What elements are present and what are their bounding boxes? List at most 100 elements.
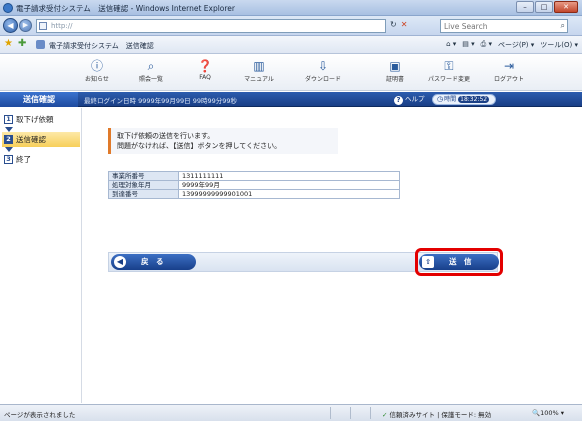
toolbar-label: ダウンロード <box>304 76 341 83</box>
status-bar: ページが表示されました ✓ 信頼済みサイト | 保護モード: 無効 🔍100% … <box>0 404 582 421</box>
step-label: 終了 <box>16 155 31 164</box>
arrow-left-icon: ◀ <box>114 256 126 268</box>
favorites-star-icon[interactable]: ★ <box>4 38 13 49</box>
browser-tab[interactable]: 電子請求受付システム 送信確認 <box>49 41 154 51</box>
back-button-label: 戻 る <box>141 257 164 266</box>
clock-icon: ◷ <box>437 95 444 103</box>
toolbar-icon-0: ⓘ <box>90 59 103 73</box>
send-icon: ⇧ <box>422 256 434 268</box>
status-separator <box>330 407 331 419</box>
toolbar-item-6[interactable]: ⚿ パスワード変更 <box>424 58 474 88</box>
instruction-message: 取下げ依頼の送信を行います。 問題がなければ、【送信】ボタンを押してください。 <box>108 128 338 154</box>
detail-header: 事業所番号 <box>108 171 179 181</box>
toolbar-icon-6: ⚿ <box>444 59 454 73</box>
check-icon: ✓ <box>382 411 388 419</box>
window-title-bar: 電子請求受付システム 送信確認 - Windows Internet Explo… <box>0 0 582 16</box>
detail-value: 1311111111 <box>178 171 400 181</box>
help-icon: ? <box>394 96 403 105</box>
toolbar-label: パスワード変更 <box>427 76 470 83</box>
back-nav-button[interactable]: ◀ <box>3 18 18 33</box>
table-row: 処理対象年月 9999年99月 <box>108 180 400 190</box>
step-label: 取下げ依頼 <box>16 115 54 124</box>
step-item: 3 終了 <box>2 152 80 167</box>
step-item: 2 送信確認 <box>2 132 80 147</box>
detail-header: 到達番号 <box>108 189 179 199</box>
detail-value: 13999999999901001 <box>178 189 400 199</box>
search-input[interactable] <box>441 20 551 32</box>
toolbar-item-3[interactable]: ▥ マニュアル <box>234 58 284 88</box>
security-zone[interactable]: ✓ 信頼済みサイト | 保護モード: 無効 <box>382 409 491 419</box>
back-button[interactable]: ◀ 戻 る <box>111 254 196 270</box>
toolbar-label: 照会一覧 <box>138 76 163 83</box>
last-login-info: 最終ログイン日時 9999年99月99日 99時99分99秒 <box>84 97 238 105</box>
action-bar: ◀ 戻 る ⇧ 送 信 <box>108 248 503 276</box>
refresh-icon[interactable]: ↻ <box>390 20 397 29</box>
toolbar-icon-4: ⇩ <box>317 59 329 73</box>
table-row: 事業所番号 1311111111 <box>108 171 400 181</box>
toolbar-item-1[interactable]: ⌕ 照会一覧 <box>126 58 176 88</box>
toolbar-icon-2: ❓ <box>197 59 213 73</box>
toolbar-label: お知らせ <box>85 76 109 83</box>
page-icon <box>39 22 47 30</box>
step-number: 3 <box>4 155 13 164</box>
toolbar-item-2[interactable]: ❓ FAQ <box>180 58 230 88</box>
zoom-control[interactable]: 🔍100% ▾ <box>532 409 564 417</box>
command-tool-1[interactable]: ▤ ▾ <box>462 40 474 50</box>
command-tools: ⌂ ▾ ▤ ▾ ⎙ ▾ ページ(P) ▾ ツール(O) ▾ <box>446 40 578 50</box>
tab-page-icon <box>36 40 45 49</box>
toolbar-item-0[interactable]: ⓘ お知らせ <box>72 58 122 88</box>
send-button-label: 送 信 <box>449 257 472 266</box>
close-button[interactable]: ✕ <box>554 1 578 13</box>
zoom-text: 100% <box>540 409 559 417</box>
session-timer: ◷時間 18:32:52 <box>432 94 496 105</box>
address-bar: ◀ ▶ http:// ↻ ✕ ⌕ <box>0 16 582 36</box>
table-row: 到達番号 13999999999901001 <box>108 189 400 199</box>
url-field[interactable]: http:// <box>36 19 386 33</box>
toolbar-item-4[interactable]: ⇩ ダウンロード <box>298 58 348 88</box>
toolbar-item-5[interactable]: ▣ 証明書 <box>370 58 420 88</box>
forward-nav-button[interactable]: ▶ <box>19 19 32 32</box>
search-box: ⌕ <box>440 19 568 33</box>
send-button[interactable]: ⇧ 送 信 <box>419 254 499 270</box>
step-number: 2 <box>4 135 13 144</box>
toolbar-label: 証明書 <box>385 76 404 83</box>
detail-header: 処理対象年月 <box>108 180 179 190</box>
app-toolbar: ⓘ お知らせ ⌕ 照会一覧 ❓ FAQ ▥ マニュアル ⇩ ダウンロード ▣ 証明書 ⚿ パスワード変更 ⇥… <box>0 55 582 91</box>
command-tool-3[interactable]: ページ(P) ▾ <box>498 40 534 50</box>
command-tool-4[interactable]: ツール(O) ▾ <box>540 40 578 50</box>
message-line-2: 問題がなければ、【送信】ボタンを押してください。 <box>117 142 282 150</box>
detail-value: 9999年99月 <box>178 180 400 190</box>
message-line-1: 取下げ依頼の送信を行います。 <box>117 132 215 140</box>
details-table: 事業所番号 1311111111 処理対象年月 9999年99月 到達番号 1399999… <box>108 171 400 199</box>
main-content: 取下げ依頼の送信を行います。 問題がなければ、【送信】ボタンを押してください。 … <box>86 108 582 403</box>
info-strip: 送信確認 最終ログイン日時 9999年99月99日 99時99分99秒 ? ヘルプ… <box>0 92 582 107</box>
status-text: ページが表示されました <box>4 411 76 419</box>
screen-title: 送信確認 <box>0 92 78 107</box>
url-text: http:// <box>51 22 73 30</box>
search-icon[interactable]: ⌕ <box>561 21 565 31</box>
status-separator <box>370 407 371 419</box>
toolbar-label: マニュアル <box>244 76 274 83</box>
command-tool-2[interactable]: ⎙ ▾ <box>481 40 492 50</box>
command-tool-0[interactable]: ⌂ ▾ <box>446 40 456 50</box>
maximize-button[interactable]: □ <box>535 1 553 13</box>
toolbar-label: ログアウト <box>493 76 524 83</box>
ie-icon <box>3 3 13 13</box>
status-separator <box>350 407 351 419</box>
step-number: 1 <box>4 115 13 124</box>
zoom-icon: 🔍 <box>532 409 541 417</box>
timer-value: 18:32:52 <box>458 96 490 103</box>
timer-label: 時間 <box>444 96 457 103</box>
toolbar-item-7[interactable]: ⇥ ログアウト <box>484 58 534 88</box>
toolbar-icon-1: ⌕ <box>147 59 155 73</box>
minimize-button[interactable]: – <box>516 1 534 13</box>
stop-icon[interactable]: ✕ <box>401 20 408 29</box>
step-sidebar: 1 取下げ依頼 2 送信確認 3 終了 <box>0 108 82 403</box>
zone-text: 信頼済みサイト | 保護モード: 無効 <box>389 411 492 419</box>
command-bar: ★ ✚ 電子請求受付システム 送信確認 ⌂ ▾ ▤ ▾ ⎙ ▾ ページ(P) ▾ ツール… <box>0 36 582 54</box>
toolbar-icon-5: ▣ <box>389 59 401 73</box>
help-button[interactable]: ? ヘルプ <box>394 94 425 105</box>
toolbar-icon-7: ⇥ <box>503 59 515 73</box>
toolbar-label: FAQ <box>199 74 211 81</box>
add-favorite-icon[interactable]: ✚ <box>18 38 26 49</box>
